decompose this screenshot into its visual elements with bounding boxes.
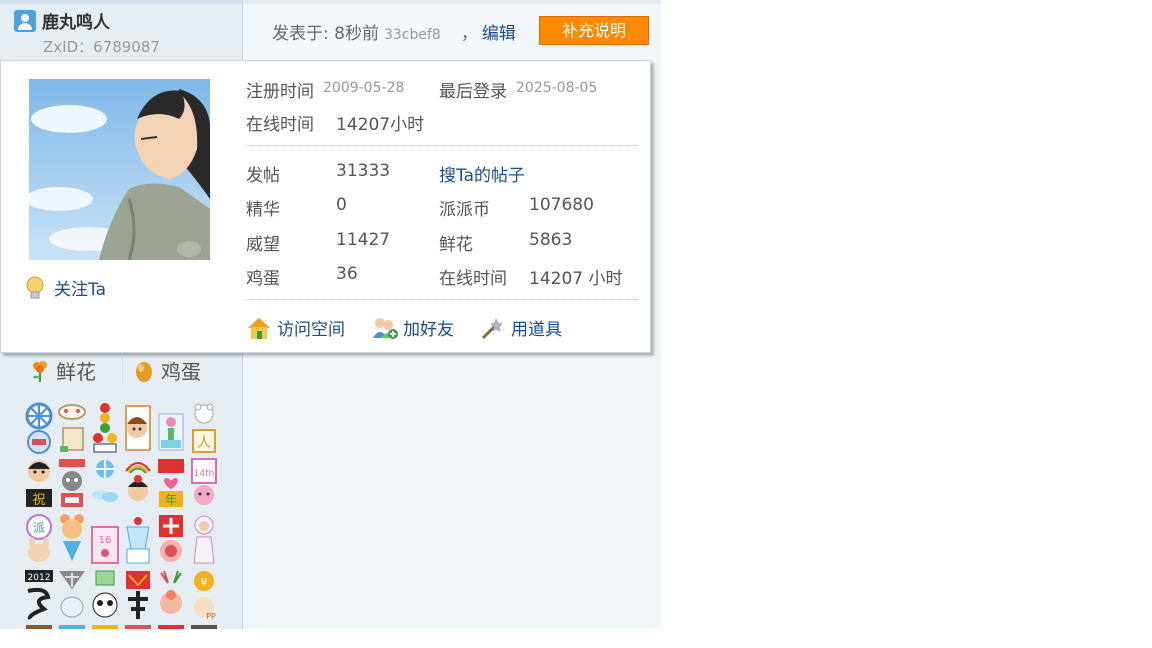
svg-text:人: 人 bbox=[197, 435, 211, 451]
posted-time: 发表于: 8秒前 bbox=[272, 24, 379, 44]
medal[interactable] bbox=[57, 402, 87, 454]
medal[interactable] bbox=[90, 569, 120, 621]
search-posts-link[interactable]: 搜Ta的帖子 bbox=[439, 161, 525, 186]
medal[interactable] bbox=[57, 457, 87, 509]
essence-label: 精华 bbox=[246, 200, 280, 220]
essence-value: 0 bbox=[336, 195, 347, 215]
medal[interactable]: 祝 bbox=[24, 457, 54, 509]
user-avatar[interactable] bbox=[29, 79, 210, 260]
svg-text:PP: PP bbox=[206, 612, 216, 621]
medal[interactable] bbox=[156, 513, 186, 565]
post-meta: 发表于: 8秒前 33cbef8 ， 编辑 bbox=[272, 19, 516, 44]
card-divider-top bbox=[246, 145, 637, 146]
paipai-coin-label: 派派币 bbox=[439, 200, 490, 220]
magic-wand-icon bbox=[481, 317, 503, 339]
medal[interactable]: 2012 bbox=[24, 569, 54, 621]
flowers-value: 5863 bbox=[529, 230, 573, 250]
posts-label: 发帖 bbox=[246, 166, 280, 186]
medal[interactable] bbox=[57, 569, 87, 621]
medal[interactable] bbox=[189, 513, 219, 565]
medal[interactable] bbox=[57, 513, 87, 565]
medal[interactable]: ¥ PP bbox=[189, 569, 219, 621]
svg-text:¥: ¥ bbox=[201, 576, 208, 589]
sidebar-top-border bbox=[0, 0, 242, 4]
medal[interactable] bbox=[123, 457, 153, 509]
flower-gift-button[interactable]: 鲜花 bbox=[30, 356, 96, 385]
medal[interactable] bbox=[90, 402, 120, 454]
medal[interactable] bbox=[123, 569, 153, 621]
register-label: 注册时间 bbox=[246, 82, 314, 102]
last-login-value: 2025-08-05 bbox=[516, 80, 598, 96]
use-item-link[interactable]: 用道具 bbox=[480, 315, 562, 340]
medal-grid: 人 祝 年 14th 派 16 2012 ¥ PP bbox=[24, 402, 222, 629]
card-divider-bottom bbox=[246, 299, 637, 300]
medal[interactable] bbox=[57, 625, 87, 629]
prestige-value: 11427 bbox=[336, 230, 391, 250]
last-login-label: 最后登录 bbox=[439, 82, 507, 102]
lightbulb-icon bbox=[26, 276, 44, 298]
add-friend-link[interactable]: 加好友 bbox=[372, 315, 454, 340]
medal[interactable]: 派 bbox=[24, 513, 54, 565]
content-top-border bbox=[243, 0, 661, 4]
meta-separator: ， bbox=[460, 24, 478, 44]
gift-separator bbox=[122, 357, 123, 385]
online-time-stat-value: 14207 小时 bbox=[529, 269, 623, 289]
forum-post-page: 鹿丸鸣人 ZxID：6789087 发表于: 8秒前 33cbef8 ， 编辑 … bbox=[0, 0, 1152, 648]
egg-icon bbox=[136, 361, 152, 382]
prestige-label: 威望 bbox=[246, 235, 280, 255]
online-time-value: 14207小时 bbox=[336, 115, 425, 135]
flower-icon bbox=[33, 360, 47, 382]
medal[interactable] bbox=[156, 569, 186, 621]
medal[interactable] bbox=[123, 625, 153, 629]
online-time-label: 在线时间 bbox=[246, 115, 314, 135]
egg-gift-button[interactable]: 鸡蛋 bbox=[134, 356, 201, 385]
egg-label: 鸡蛋 bbox=[161, 360, 201, 384]
svg-text:祝: 祝 bbox=[32, 493, 45, 508]
visit-space-label: 访问空间 bbox=[277, 320, 345, 340]
medal[interactable]: 年 bbox=[156, 457, 186, 509]
svg-text:派: 派 bbox=[33, 521, 45, 535]
paipai-coin-value: 107680 bbox=[529, 195, 594, 215]
svg-text:14th: 14th bbox=[194, 469, 215, 479]
visit-space-link[interactable]: 访问空间 bbox=[246, 315, 345, 340]
follow-label: 关注Ta bbox=[54, 280, 106, 300]
author-header[interactable]: 鹿丸鸣人 bbox=[14, 8, 110, 33]
medal[interactable] bbox=[24, 625, 54, 629]
medal[interactable] bbox=[24, 402, 54, 454]
medal[interactable] bbox=[90, 625, 120, 629]
medal[interactable]: 人 bbox=[189, 402, 219, 454]
post-hash: 33cbef8 bbox=[383, 27, 441, 43]
use-item-label: 用道具 bbox=[511, 320, 562, 340]
add-friend-label: 加好友 bbox=[403, 320, 454, 340]
medal[interactable] bbox=[156, 625, 186, 629]
posts-value: 31333 bbox=[336, 161, 391, 181]
medal[interactable] bbox=[189, 625, 219, 629]
flowers-label: 鲜花 bbox=[439, 235, 473, 255]
online-time-stat-label: 在线时间 bbox=[439, 269, 507, 289]
svg-text:年: 年 bbox=[165, 493, 177, 507]
user-profile-icon bbox=[14, 9, 36, 32]
register-value: 2009-05-28 bbox=[323, 80, 405, 96]
flower-label: 鲜花 bbox=[56, 360, 96, 384]
supplement-button[interactable]: 补充说明 bbox=[539, 16, 649, 45]
author-zxid: ZxID：6789087 bbox=[43, 38, 160, 56]
medal[interactable]: 16 bbox=[90, 513, 120, 565]
author-name[interactable]: 鹿丸鸣人 bbox=[42, 8, 110, 33]
follow-button[interactable]: 关注Ta bbox=[25, 275, 106, 300]
eggs-label: 鸡蛋 bbox=[246, 269, 280, 289]
medal[interactable] bbox=[123, 513, 153, 565]
svg-text:2012: 2012 bbox=[28, 573, 51, 583]
add-friend-icon bbox=[373, 317, 398, 339]
edit-link[interactable]: 编辑 bbox=[482, 19, 516, 44]
svg-text:16: 16 bbox=[99, 535, 112, 546]
home-icon bbox=[248, 317, 270, 339]
user-info-card: 关注Ta 注册时间 2009-05-28 最后登录 2025-08-05 在线时… bbox=[0, 60, 651, 353]
medal[interactable] bbox=[123, 402, 153, 454]
medal[interactable]: 14th bbox=[189, 457, 219, 509]
medal[interactable] bbox=[90, 457, 120, 509]
medal[interactable] bbox=[156, 402, 186, 454]
eggs-value: 36 bbox=[336, 264, 358, 284]
